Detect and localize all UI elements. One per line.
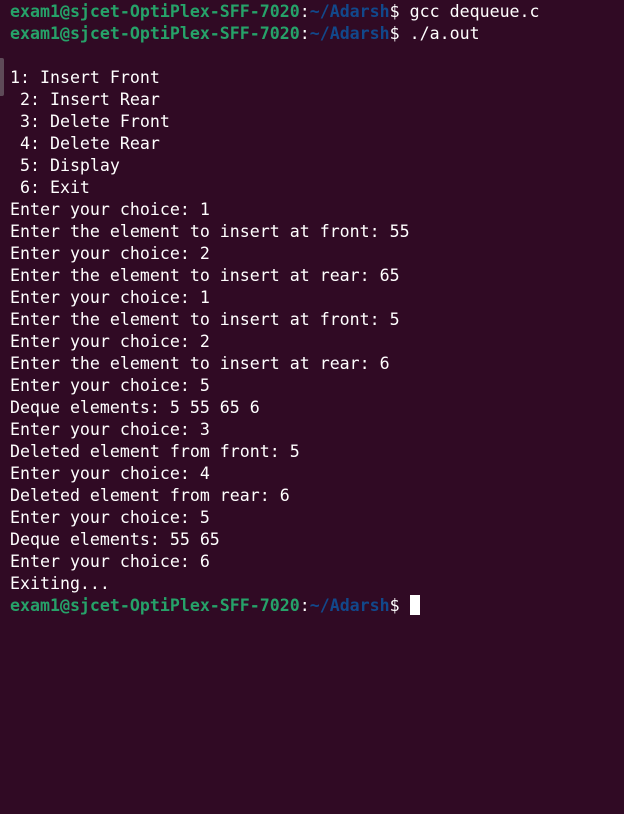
output-line: Enter the element to insert at front: 5	[10, 310, 400, 329]
prompt-line-3[interactable]: exam1@sjcet-OptiPlex-SFF-7020:~/Adarsh$	[10, 595, 420, 617]
output-line: Enter your choice: 3	[10, 420, 210, 439]
output-line: Enter your choice: 2	[10, 244, 210, 263]
output-line: Enter the element to insert at rear: 65	[10, 266, 400, 285]
prompt-path: ~/Adarsh	[309, 24, 390, 43]
block-cursor-icon	[409, 595, 420, 615]
prompt-user-host: exam1@sjcet-OptiPlex-SFF-7020	[10, 596, 300, 615]
output-line: Deque elements: 55 65	[10, 530, 220, 549]
output-line: Deleted element from rear: 6	[10, 486, 290, 505]
prompt-dollar: $	[389, 24, 400, 43]
output-line: Exiting...	[10, 574, 110, 593]
output-line: 4: Delete Rear	[10, 134, 160, 153]
prompt-path: ~/Adarsh	[309, 2, 390, 21]
output-line: Enter the element to insert at front: 55	[10, 222, 410, 241]
output-line: Enter your choice: 2	[10, 332, 210, 351]
output-line: 5: Display	[10, 156, 120, 175]
output-line: Deque elements: 5 55 65 6	[10, 398, 260, 417]
prompt-user-host: exam1@sjcet-OptiPlex-SFF-7020	[10, 24, 300, 43]
output-line: Enter your choice: 4	[10, 464, 210, 483]
prompt-dollar: $	[389, 596, 400, 615]
output-line: Enter your choice: 5	[10, 376, 210, 395]
output-line: 6: Exit	[10, 178, 90, 197]
output-line: Enter your choice: 1	[10, 200, 210, 219]
prompt-colon: :	[299, 24, 310, 43]
prompt-user-host: exam1@sjcet-OptiPlex-SFF-7020	[10, 2, 300, 21]
command-text: ./a.out	[409, 24, 480, 43]
prompt-path: ~/Adarsh	[309, 596, 390, 615]
output-line: Enter your choice: 5	[10, 508, 210, 527]
prompt-colon: :	[299, 596, 310, 615]
output-line: Deleted element from front: 5	[10, 442, 300, 461]
prompt-line-1: exam1@sjcet-OptiPlex-SFF-7020:~/Adarsh$ …	[10, 1, 540, 23]
prompt-dollar: $	[389, 2, 400, 21]
output-line: 1: Insert Front	[10, 68, 160, 87]
scrollbar-indicator[interactable]	[0, 58, 4, 96]
prompt-colon: :	[299, 2, 310, 21]
output-line: Enter the element to insert at rear: 6	[10, 354, 390, 373]
command-text: gcc dequeue.c	[409, 2, 540, 21]
prompt-line-2: exam1@sjcet-OptiPlex-SFF-7020:~/Adarsh$ …	[10, 23, 480, 45]
terminal-window[interactable]: exam1@sjcet-OptiPlex-SFF-7020:~/Adarsh$ …	[0, 0, 624, 627]
output-line: 2: Insert Rear	[10, 90, 160, 109]
output-line: Enter your choice: 6	[10, 552, 210, 571]
output-line: 3: Delete Front	[10, 112, 170, 131]
output-line: Enter your choice: 1	[10, 288, 210, 307]
